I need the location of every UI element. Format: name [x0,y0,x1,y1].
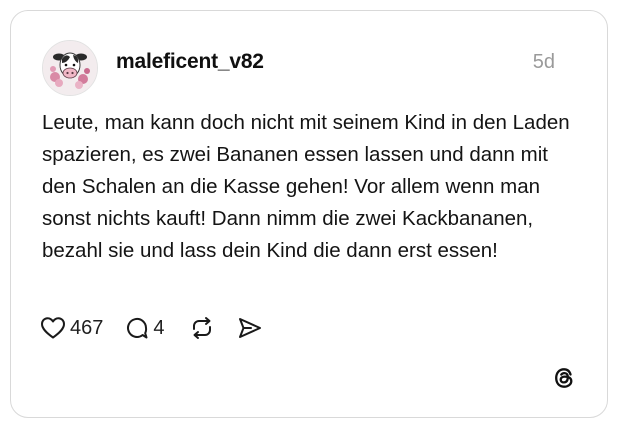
reply-button[interactable]: 4 [125,316,165,340]
threads-logo-icon [551,365,577,391]
heart-icon [41,317,65,339]
reply-count: 4 [153,316,165,339]
share-button[interactable] [237,316,263,340]
post-card: maleficent_v82 5d Leute, man kann doch n… [10,10,608,418]
repost-button[interactable] [189,315,215,341]
send-icon [238,318,261,338]
post-timestamp: 5d [532,51,555,73]
cow-avatar-icon [43,41,97,95]
username[interactable]: maleficent_v82 [116,50,264,74]
post-text: Leute, man kann doch nicht mit seinem Ki… [42,111,570,262]
avatar[interactable] [42,40,98,96]
post-actions: 467 4 [40,313,263,343]
comment-bubble-icon [127,317,148,339]
repost-icon [192,317,211,339]
like-count: 467 [70,316,104,339]
like-button[interactable]: 467 [40,316,103,340]
